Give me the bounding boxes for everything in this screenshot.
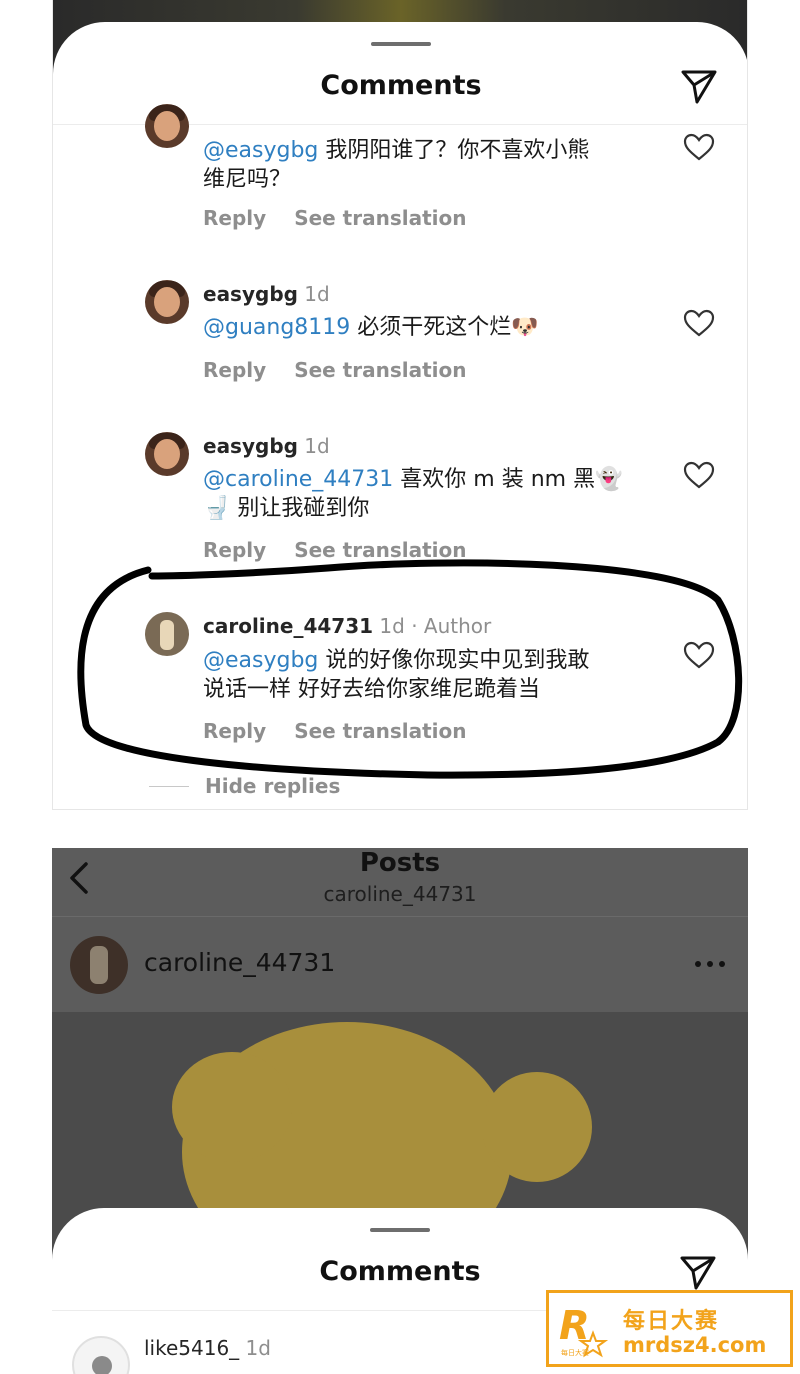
reply-button[interactable]: Reply <box>203 358 266 382</box>
see-translation-button[interactable]: See translation <box>294 358 466 382</box>
post-avatar[interactable] <box>70 936 128 994</box>
post-author-row: caroline_44731 <box>52 918 748 1012</box>
send-icon[interactable] <box>678 1252 718 1292</box>
avatar[interactable] <box>145 104 189 148</box>
sheet-grabber[interactable] <box>371 42 431 46</box>
comment-header: easygbg 1d <box>203 282 330 306</box>
mention-link[interactable]: @guang8119 <box>203 315 350 340</box>
sheet-title: Comments <box>320 70 482 101</box>
avatar[interactable] <box>145 280 189 324</box>
highlight-ring <box>77 559 743 779</box>
posts-subtitle: caroline_44731 <box>323 882 477 906</box>
watermark-title: 每日大赛 <box>623 1309 720 1334</box>
comment-actions: Reply See translation <box>203 206 495 230</box>
avatar[interactable] <box>72 1336 130 1374</box>
more-icon[interactable] <box>692 954 728 974</box>
comment-actions: Reply See translation <box>203 358 495 382</box>
sheet-title: Comments <box>319 1256 481 1287</box>
reply-button[interactable]: Reply <box>203 538 266 562</box>
comment-time: 1d <box>297 282 330 306</box>
comment-header: easygbg 1d <box>203 434 330 458</box>
mention-link[interactable]: @caroline_44731 <box>203 467 393 492</box>
posts-title: Posts <box>359 848 441 878</box>
see-translation-button[interactable]: See translation <box>294 206 466 230</box>
send-icon[interactable] <box>679 66 719 106</box>
comment-username[interactable]: like5416_ <box>144 1336 239 1360</box>
heart-icon[interactable] <box>683 132 715 162</box>
comment-time: 1d <box>297 434 330 458</box>
comment-username[interactable]: easygbg <box>203 434 298 458</box>
heart-icon[interactable] <box>683 460 715 490</box>
comment-actions: Reply See translation <box>203 538 495 562</box>
svg-text:每日大赛: 每日大赛 <box>561 1348 589 1357</box>
comment-text: @guang8119 必须干死这个烂🐶 <box>203 315 539 340</box>
avatar[interactable] <box>145 432 189 476</box>
watermark-url: mrdsz4.com <box>623 1333 767 1357</box>
watermark-badge: R 每日大赛 每日大赛 mrdsz4.com <box>546 1290 793 1367</box>
posts-header: Posts caroline_44731 <box>52 848 748 916</box>
heart-icon[interactable] <box>683 308 715 338</box>
sheet-grabber[interactable] <box>370 1228 430 1232</box>
header-divider <box>52 916 748 917</box>
comment-username[interactable]: easygbg <box>203 282 298 306</box>
comment-time: 1d <box>239 1336 271 1360</box>
watermark-logo: R 每日大赛 <box>559 1303 609 1358</box>
comment-text: @caroline_44731 喜欢你 m 装 nm 黑👻 🚽 别让我碰到你 <box>203 467 623 521</box>
reply-button[interactable]: Reply <box>203 206 266 230</box>
comment-text: @easygbg 我阴阳谁了？你不喜欢小熊 维尼吗？ <box>203 138 590 192</box>
svg-text:R: R <box>559 1303 590 1349</box>
mention-link[interactable]: @easygbg <box>203 138 318 163</box>
see-translation-button[interactable]: See translation <box>294 538 466 562</box>
comment-header: like5416_ 1d <box>144 1336 271 1360</box>
post-username[interactable]: caroline_44731 <box>144 948 335 977</box>
